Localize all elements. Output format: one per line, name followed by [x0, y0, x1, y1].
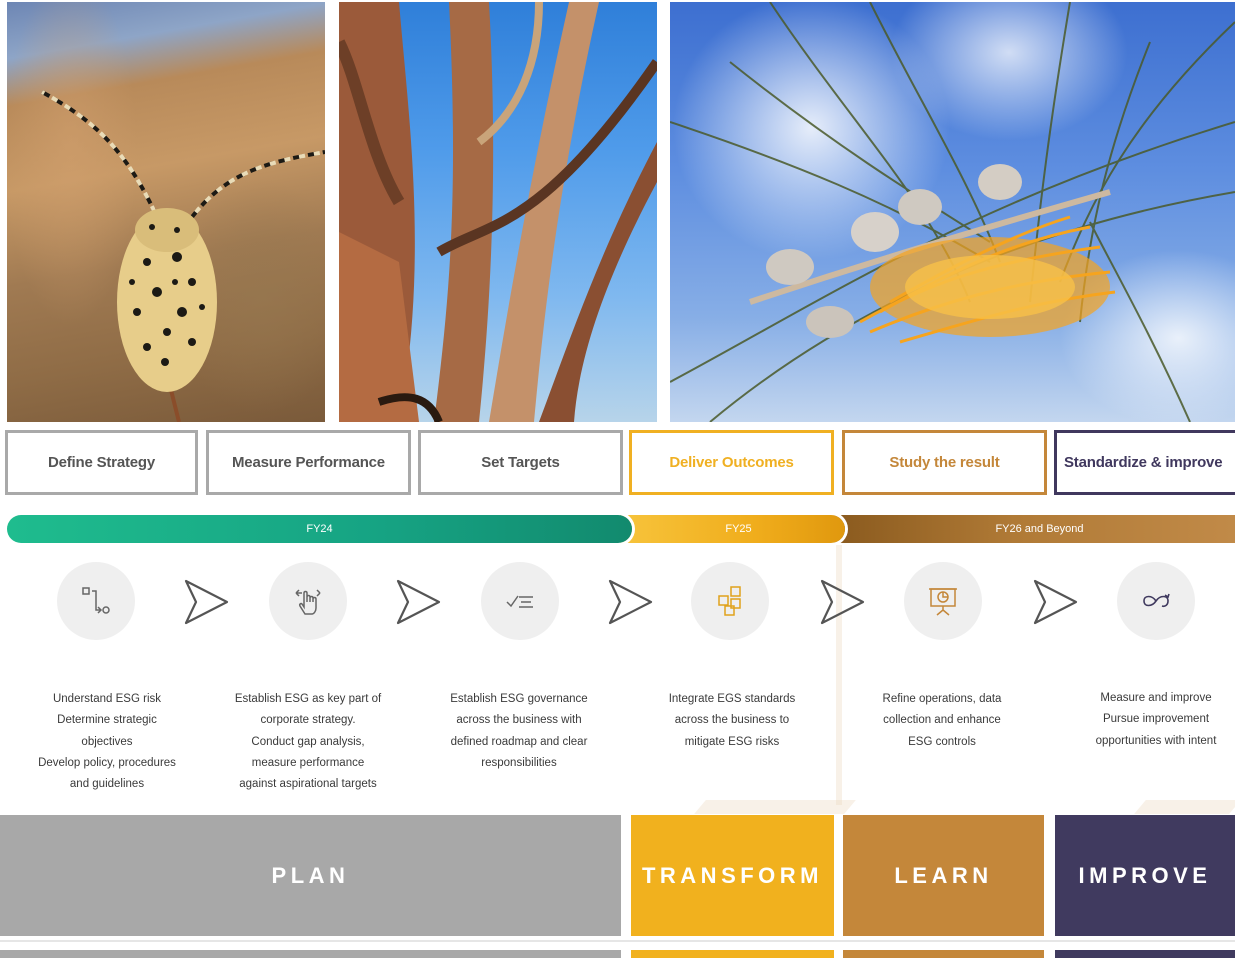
phase-plan: PLAN: [0, 815, 621, 936]
description-set-targets: Establish ESG governance across the busi…: [419, 689, 619, 774]
presentation-board-icon: [904, 562, 982, 640]
timeline: FY26 and Beyond FY25 FY24: [0, 515, 1235, 543]
description-line: against aspirational targets: [239, 778, 377, 791]
phase-transform-lower-bar: [631, 950, 834, 958]
phase-label: LEARN: [894, 862, 993, 888]
infinity-loop-icon: [1117, 562, 1195, 640]
step-measure-performance: Measure Performance: [206, 430, 411, 495]
description-line: across the business with: [456, 714, 582, 727]
description-line: Conduct gap analysis,: [251, 735, 365, 748]
flower-illustration: [670, 2, 1235, 422]
phase-label: IMPROVE: [1078, 862, 1212, 888]
background-band: [694, 800, 856, 814]
gesture-hand-icon: [269, 562, 347, 640]
timeline-fy24-label: FY24: [306, 523, 333, 535]
phase-learn: LEARN: [843, 815, 1044, 936]
description-deliver-outcomes: Integrate EGS standards across the busin…: [632, 689, 832, 753]
description-line: collection and enhance: [883, 714, 1001, 727]
description-line: measure performance: [251, 756, 365, 769]
description-line: objectives: [81, 735, 133, 748]
chevron-right-icon: [184, 579, 229, 625]
grevillea-flower-photo: [670, 2, 1235, 422]
step-study-the-result: Study the result: [842, 430, 1047, 495]
description-standardize-improve: Measure and improve Pursue improvement o…: [1056, 688, 1235, 752]
description-line: Establish ESG as key part of: [234, 693, 382, 705]
description-line: Refine operations, data: [882, 693, 1002, 705]
phase-transform: TRANSFORM: [631, 815, 834, 936]
step-label: Standardize & improve: [1064, 454, 1223, 471]
description-line: Pursue improvement: [1102, 713, 1210, 726]
step-standardize-improve: Standardize & improve: [1054, 430, 1235, 495]
description-study-the-result: Refine operations, data collection and e…: [842, 689, 1042, 753]
step-label: Deliver Outcomes: [669, 454, 794, 471]
phase-label: TRANSFORM: [641, 862, 824, 888]
description-line: Establish ESG governance: [450, 693, 588, 705]
description-line: and guidelines: [69, 778, 145, 791]
description-line: opportunities with intent: [1095, 734, 1217, 747]
phase-improve-lower-bar: [1055, 950, 1235, 958]
checklist-icon: [481, 562, 559, 640]
tree-illustration: [339, 2, 657, 422]
step-deliver-outcomes: Deliver Outcomes: [629, 430, 834, 495]
beetle-illustration: [41, 90, 325, 422]
timeline-fy25: FY25: [620, 515, 845, 543]
timeline-fy26-label: FY26 and Beyond: [995, 523, 1084, 535]
phase-improve: IMPROVE: [1055, 815, 1235, 936]
chevron-right-icon: [1033, 579, 1078, 625]
step-label: Set Targets: [481, 454, 560, 471]
step-label: Define Strategy: [47, 454, 156, 471]
description-line: responsibilities: [481, 756, 557, 769]
phase-plan-lower-bar: [0, 950, 621, 958]
description-line: mitigate ESG risks: [684, 735, 780, 748]
description-line: Determine strategic: [57, 714, 157, 727]
step-label: Measure Performance: [232, 454, 385, 471]
background-band: [1134, 800, 1235, 814]
process-flow-icon: [57, 562, 135, 640]
description-line: corporate strategy.: [260, 714, 356, 727]
description-line: ESG controls: [908, 735, 976, 748]
description-measure-performance: Establish ESG as key part of corporate s…: [208, 689, 408, 795]
chevron-right-icon: [608, 579, 653, 625]
beetle-photo: [7, 2, 325, 422]
description-line: Measure and improve: [1100, 692, 1212, 704]
blocks-icon: [691, 562, 769, 640]
description-line: across the business to: [674, 714, 790, 727]
description-line: defined roadmap and clear: [450, 735, 588, 748]
description-line: Understand ESG risk: [52, 693, 161, 705]
timeline-fy25-label: FY25: [725, 523, 752, 535]
eucalyptus-tree-photo: [339, 2, 657, 422]
phase-learn-lower-bar: [843, 950, 1044, 958]
timeline-fy26: FY26 and Beyond: [834, 515, 1235, 543]
chevron-right-icon: [396, 579, 441, 625]
step-define-strategy: Define Strategy: [5, 430, 198, 495]
step-label: Study the result: [889, 454, 1000, 471]
description-define-strategy: Understand ESG risk Determine strategic …: [7, 689, 207, 795]
phase-label: PLAN: [271, 862, 350, 888]
step-set-targets: Set Targets: [418, 430, 623, 495]
description-line: Integrate EGS standards: [668, 693, 796, 705]
description-line: Develop policy, procedures: [38, 756, 176, 769]
chevron-right-icon: [820, 579, 865, 625]
timeline-fy24: FY24: [7, 515, 632, 543]
divider: [0, 940, 1235, 942]
